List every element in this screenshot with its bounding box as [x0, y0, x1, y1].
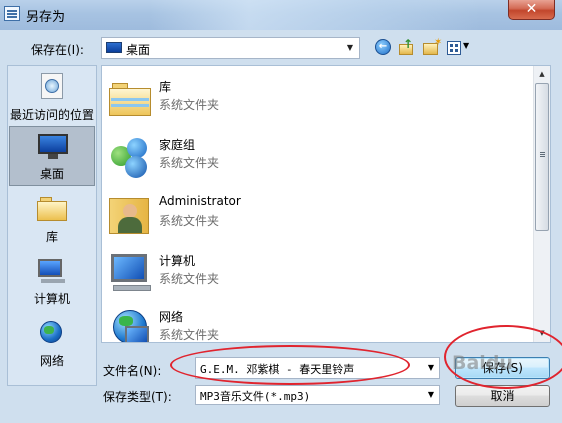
- close-icon: ✕: [525, 1, 538, 17]
- item-type: 系统文件夹: [159, 214, 220, 228]
- places-bar: 最近访问的位置 桌面 库 计算机 网络: [7, 65, 97, 386]
- computer-icon: [107, 248, 153, 294]
- recent-places-icon: [37, 73, 67, 101]
- item-type: 系统文件夹: [159, 98, 220, 112]
- save-as-dialog: 另存为 ✕ 保存在(I): 桌面 ▼ ← ↑ ✶ ▼ 最近访问的位置 桌面 库 …: [0, 0, 562, 423]
- chevron-down-icon: ▼: [427, 390, 435, 399]
- place-recent[interactable]: 最近访问的位置: [9, 68, 95, 128]
- filename-label: 文件名(N):: [103, 364, 162, 378]
- up-arrow-icon: ↑: [403, 37, 414, 51]
- item-name: 库: [159, 80, 172, 94]
- network-icon: [37, 319, 67, 347]
- place-network[interactable]: 网络: [9, 314, 95, 374]
- library-folder-icon: [107, 74, 153, 120]
- desktop-icon: [106, 42, 122, 53]
- file-list: 库 系统文件夹 家庭组 系统文件夹 Administrator 系统文件夹 计算…: [101, 65, 551, 343]
- item-type: 系统文件夹: [159, 272, 220, 286]
- user-folder-icon: [107, 190, 153, 236]
- item-name: 计算机: [159, 254, 196, 268]
- libraries-icon: [37, 195, 67, 223]
- back-arrow-icon: ←: [375, 39, 391, 55]
- filetype-select[interactable]: MP3音乐文件(*.mp3) ▼: [195, 385, 440, 405]
- place-label: 计算机: [33, 292, 70, 306]
- scroll-thumb[interactable]: [535, 83, 549, 231]
- view-grid-icon: [447, 41, 461, 55]
- place-computer[interactable]: 计算机: [9, 252, 95, 312]
- list-item[interactable]: 家庭组 系统文件夹: [103, 130, 533, 188]
- chevron-down-icon: ▼: [346, 43, 354, 52]
- save-in-dropdown[interactable]: 桌面 ▼: [101, 37, 360, 59]
- baidu-watermark: Baidu: [452, 352, 513, 374]
- save-in-label: 保存在(I):: [31, 43, 84, 57]
- chevron-down-icon: ▼: [463, 41, 470, 50]
- close-button[interactable]: ✕: [508, 0, 555, 20]
- back-button[interactable]: ←: [374, 38, 392, 58]
- item-name: Administrator: [159, 194, 241, 208]
- list-item[interactable]: Administrator 系统文件夹: [103, 188, 533, 246]
- annotation-ring-filename: [170, 345, 410, 385]
- network-icon: [107, 304, 153, 342]
- computer-icon: [37, 257, 67, 285]
- item-name: 家庭组: [159, 138, 196, 152]
- place-label: 库: [45, 230, 58, 244]
- scroll-up-icon[interactable]: ▲: [534, 66, 550, 83]
- list-item[interactable]: 计算机 系统文件夹: [103, 246, 533, 304]
- filetype-label: 保存类型(T):: [103, 390, 172, 404]
- chevron-down-icon[interactable]: ▼: [425, 360, 437, 376]
- item-name: 网络: [159, 310, 184, 324]
- title-bar: 另存为 ✕: [0, 0, 562, 30]
- up-one-level-button[interactable]: ↑: [398, 37, 416, 58]
- dialog-title: 另存为: [26, 10, 66, 25]
- homegroup-icon: [107, 132, 153, 178]
- dialog-app-icon: [4, 6, 20, 21]
- item-type: 系统文件夹: [159, 156, 220, 170]
- place-label: 网络: [39, 354, 64, 368]
- place-label: 最近访问的位置: [9, 108, 94, 122]
- new-folder-button[interactable]: ✶: [422, 37, 443, 58]
- place-desktop[interactable]: 桌面: [9, 126, 95, 186]
- title-bar-glass: [150, 0, 480, 30]
- item-type: 系统文件夹: [159, 328, 220, 342]
- sparkle-icon: ✶: [434, 37, 443, 48]
- list-item[interactable]: 库 系统文件夹: [103, 72, 533, 130]
- desktop-icon: [38, 132, 68, 160]
- view-menu-button[interactable]: ▼: [446, 38, 472, 58]
- place-label: 桌面: [39, 167, 64, 181]
- save-in-value: 桌面: [126, 43, 151, 57]
- vertical-scrollbar[interactable]: ▲ ▼: [533, 66, 550, 342]
- filetype-value: MP3音乐文件(*.mp3): [200, 390, 311, 403]
- place-libraries[interactable]: 库: [9, 190, 95, 250]
